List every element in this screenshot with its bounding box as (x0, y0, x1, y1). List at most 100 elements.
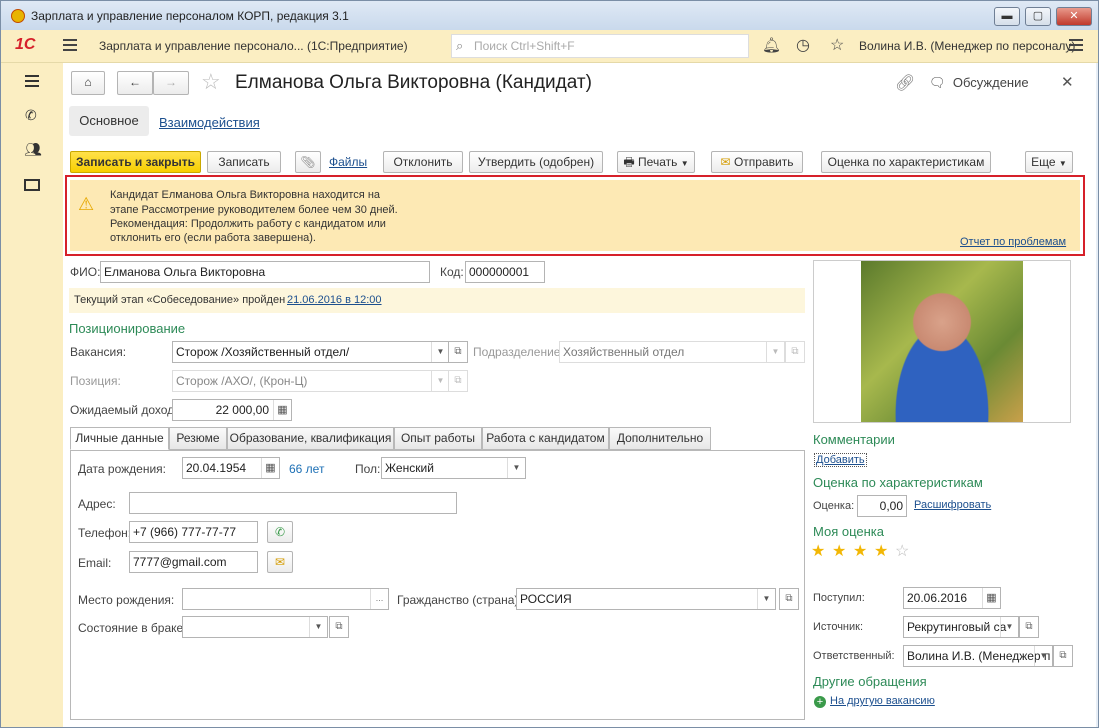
save-button[interactable]: Записать (207, 151, 281, 173)
open-responsible-icon[interactable]: ⧉ (1053, 645, 1073, 667)
chevron-down-icon[interactable]: ▼ (1000, 617, 1018, 637)
calculator-icon[interactable]: ▦ (273, 400, 291, 420)
comments-heading: Комментарии (813, 432, 895, 447)
other-vacancy-link[interactable]: На другую вакансию (830, 695, 935, 707)
birthplace-field[interactable]: … (182, 588, 389, 610)
open-position-icon: ⧉ (448, 370, 468, 392)
bell-icon[interactable]: 🔔︎ (762, 36, 781, 54)
save-close-button[interactable]: Записать и закрыть (70, 151, 201, 173)
birth-label: Дата рождения: (78, 462, 166, 476)
code-field[interactable]: 000000001 (465, 261, 545, 283)
link-icon[interactable]: 🔗︎ (895, 73, 915, 93)
printer-icon: 🖶︎ (623, 155, 635, 169)
card-icon[interactable] (24, 179, 40, 191)
stage-date-link[interactable]: 21.06.2016 в 12:00 (287, 294, 382, 306)
tab-candidate-work[interactable]: Работа с кандидатом (482, 427, 609, 450)
marital-field[interactable]: ▼ (182, 616, 328, 638)
score-field[interactable]: 0,00 (857, 495, 907, 517)
close-window-button[interactable]: ✕ (1056, 7, 1092, 26)
more-button[interactable]: Еще ▼ (1025, 151, 1073, 173)
tab-personal[interactable]: Личные данные (70, 427, 169, 450)
chevron-down-icon[interactable]: ▼ (507, 458, 525, 478)
files-link[interactable]: Файлы (329, 155, 367, 169)
maximize-button[interactable]: ▢ (1025, 7, 1051, 26)
warning-line-3: Рекомендация: Продолжить работу с кандид… (110, 218, 386, 230)
people-icon[interactable]: 👥︎ (24, 141, 42, 158)
add-comment-link[interactable]: Добавить (814, 453, 867, 467)
history-icon[interactable]: ◷ (796, 35, 810, 55)
problems-report-link[interactable]: Отчет по проблемам (960, 236, 1066, 248)
open-citizenship-icon[interactable]: ⧉ (779, 588, 799, 610)
calendar-icon[interactable]: ▦ (982, 588, 1000, 608)
chevron-down-icon: ▼ (1058, 159, 1067, 168)
candidate-photo[interactable] (861, 261, 1023, 422)
arrived-label: Поступил: (813, 592, 865, 604)
attach-button[interactable]: 📎︎ (295, 151, 321, 173)
settings-menu-icon[interactable] (1069, 39, 1083, 51)
source-field[interactable]: Рекрутинговый са ▼ (903, 616, 1019, 638)
close-form-icon[interactable]: ✕ (1061, 73, 1074, 91)
discussion-button[interactable]: 🗨︎ Обсуждение (929, 75, 1029, 91)
add-circle-icon: + (814, 696, 826, 708)
chevron-down-icon: ▼ (680, 159, 689, 168)
star-filled-icon[interactable]: ★ (853, 541, 867, 561)
minimize-button[interactable]: ▬ (994, 7, 1020, 26)
email-field[interactable]: 7777@gmail.com (129, 551, 258, 573)
sidebar-menu-icon[interactable] (25, 75, 39, 87)
other-requests-heading: Другие обращения (813, 674, 927, 689)
citizenship-field[interactable]: РОССИЯ ▼ (516, 588, 776, 610)
chevron-down-icon[interactable]: ▼ (309, 617, 327, 637)
reject-button[interactable]: Отклонить (383, 151, 463, 173)
ellipsis-icon[interactable]: … (370, 589, 388, 609)
code-label: Код: (440, 265, 464, 279)
back-button[interactable]: ← (117, 71, 153, 95)
sex-field[interactable]: Женский ▼ (381, 457, 526, 479)
responsible-field[interactable]: Волина И.В. (Менеджер п ▼ (903, 645, 1053, 667)
forward-button[interactable]: → (153, 71, 189, 95)
chevron-down-icon[interactable]: ▼ (757, 589, 775, 609)
birth-field[interactable]: 20.04.1954 ▦ (182, 457, 280, 479)
favorite-star-icon[interactable]: ☆ (201, 69, 221, 95)
star-filled-icon[interactable]: ★ (832, 541, 846, 561)
tab-main[interactable]: Основное (69, 106, 149, 136)
send-label: Отправить (733, 155, 794, 169)
open-source-icon[interactable]: ⧉ (1019, 616, 1039, 638)
income-field[interactable]: 22 000,00 ▦ (172, 399, 292, 421)
open-vacancy-icon[interactable]: ⧉ (448, 341, 468, 363)
rating-button[interactable]: Оценка по характеристикам (821, 151, 991, 173)
tab-additional[interactable]: Дополнительно (609, 427, 711, 450)
star-filled-icon[interactable]: ★ (811, 541, 825, 561)
search-box[interactable]: ⌕ Поиск Ctrl+Shift+F (451, 34, 749, 58)
arrived-field[interactable]: 20.06.2016 ▦ (903, 587, 1001, 609)
open-marital-icon[interactable]: ⧉ (329, 616, 349, 638)
tab-experience[interactable]: Опыт работы (394, 427, 482, 450)
chevron-down-icon[interactable]: ▼ (431, 342, 449, 362)
phone-icon[interactable]: ✆ (25, 107, 37, 124)
tab-resume[interactable]: Резюме (169, 427, 227, 450)
approve-button[interactable]: Утвердить (одобрен) (469, 151, 603, 173)
more-label: Еще (1031, 155, 1056, 169)
hamburger-menu-icon[interactable] (63, 39, 77, 51)
favorites-icon[interactable]: ☆ (830, 35, 844, 55)
phone-field[interactable]: +7 (966) 777-77-77 (129, 521, 258, 543)
send-email-button[interactable]: ✉ (267, 551, 293, 573)
home-button[interactable]: ⌂ (71, 71, 105, 95)
send-button[interactable]: ✉ Отправить (711, 151, 803, 173)
tab-education[interactable]: Образование, квалификация (227, 427, 394, 450)
chevron-down-icon[interactable]: ▼ (1034, 646, 1052, 666)
phone-call-icon: ✆ (274, 525, 286, 539)
fio-field[interactable]: Елманова Ольга Викторовна (100, 261, 430, 283)
main-content: ⌂ ← → ☆ Елманова Ольга Викторовна (Канди… (63, 63, 1096, 727)
star-rating[interactable]: ★ ★ ★ ★ ☆ (811, 541, 921, 561)
current-user[interactable]: Волина И.В. (Менеджер по персоналу) (859, 39, 1075, 53)
star-filled-icon[interactable]: ★ (874, 541, 888, 561)
vacancy-field[interactable]: Сторож /Хозяйственный отдел/ ▼ (172, 341, 450, 363)
star-empty-icon[interactable]: ☆ (895, 541, 909, 561)
my-rating-heading: Моя оценка (813, 524, 884, 539)
address-field[interactable] (129, 492, 457, 514)
tab-interactions[interactable]: Взаимодействия (159, 115, 260, 130)
call-button[interactable]: ✆ (267, 521, 293, 543)
decode-link[interactable]: Расшифровать (914, 499, 991, 511)
calendar-icon[interactable]: ▦ (261, 458, 279, 478)
print-button[interactable]: 🖶︎ Печать ▼ (617, 151, 695, 173)
